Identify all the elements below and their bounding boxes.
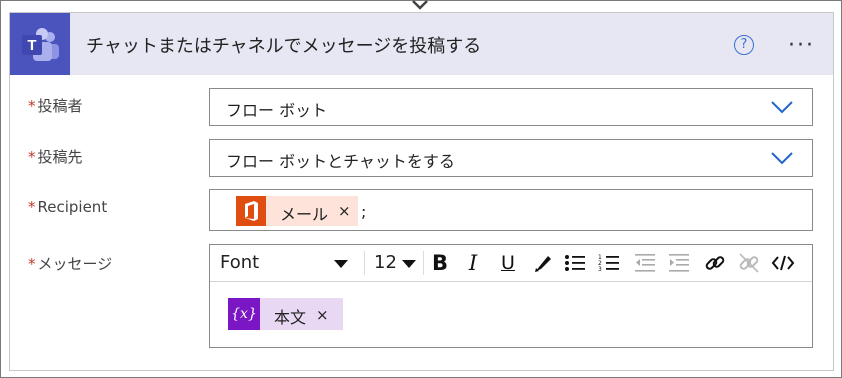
variable-token-label: 本文 [274, 308, 307, 327]
poster-value: フロー ボット [226, 101, 328, 120]
required-marker: * [28, 148, 36, 166]
action-card: T チャットまたはチャネルでメッセージを投稿する ? ··· * 投稿者 フロー … [9, 12, 834, 371]
italic-button[interactable]: I [460, 250, 486, 276]
numbered-list-icon[interactable]: 123 [596, 250, 622, 276]
svg-text:3: 3 [598, 266, 602, 273]
font-dropdown-icon[interactable] [334, 260, 348, 268]
font-size-dropdown-icon[interactable] [402, 260, 416, 268]
post-in-value: フロー ボットとチャットをする [226, 152, 455, 171]
decrease-indent-icon[interactable] [632, 250, 658, 276]
font-size-select[interactable]: 12 [374, 252, 397, 273]
chevron-down-icon[interactable] [770, 100, 794, 114]
chevron-down-icon[interactable] [770, 151, 794, 165]
more-options-icon[interactable]: ··· [788, 33, 815, 58]
action-title: チャットまたはチャネルでメッセージを投稿する [86, 36, 482, 57]
body-variable-token[interactable]: {x} 本文 × [228, 298, 343, 330]
increase-indent-icon[interactable] [666, 250, 692, 276]
poster-select[interactable]: フロー ボット [209, 88, 813, 126]
required-marker: * [28, 97, 36, 115]
bold-button[interactable]: B [427, 250, 453, 276]
field-label-message: * メッセージ [28, 255, 113, 273]
font-family-select[interactable]: Font [220, 252, 259, 273]
field-label-post-in: * 投稿先 [28, 148, 83, 166]
required-marker: * [28, 255, 36, 273]
remove-variable-icon[interactable]: × [316, 306, 329, 324]
canvas-frame: T チャットまたはチャネルでメッセージを投稿する ? ··· * 投稿者 フロー … [0, 0, 842, 378]
required-marker: * [28, 198, 36, 216]
svg-text:T: T [27, 37, 36, 54]
teams-logo-icon: T [10, 13, 70, 75]
bullet-list-icon[interactable] [562, 250, 588, 276]
help-icon[interactable]: ? [734, 35, 754, 55]
message-editor[interactable]: Font 12 B I U 123 {x} 本文 × [209, 244, 813, 348]
code-view-icon[interactable] [770, 250, 796, 276]
office-icon [236, 196, 266, 226]
action-header[interactable]: T チャットまたはチャネルでメッセージを投稿する ? ··· [10, 13, 833, 75]
variable-icon: {x} [228, 298, 260, 330]
recipient-token-label: メール [280, 205, 329, 224]
unlink-icon[interactable] [736, 250, 762, 276]
text-color-icon[interactable] [530, 250, 556, 276]
link-icon[interactable] [702, 250, 728, 276]
underline-button[interactable]: U [495, 250, 521, 276]
remove-token-icon[interactable]: × [338, 202, 351, 220]
post-in-select[interactable]: フロー ボットとチャットをする [209, 139, 813, 177]
toolbar-divider [364, 251, 365, 275]
editor-toolbar: Font 12 B I U 123 [210, 245, 812, 282]
field-label-recipient: * Recipient [28, 198, 108, 216]
recipient-input[interactable]: メール × ; [209, 189, 813, 231]
recipient-token[interactable]: メール × [236, 196, 358, 226]
recipient-separator: ; [361, 202, 367, 221]
connector-arrow-icon [412, 0, 428, 10]
field-label-poster: * 投稿者 [28, 97, 83, 115]
toolbar-divider [423, 251, 424, 275]
